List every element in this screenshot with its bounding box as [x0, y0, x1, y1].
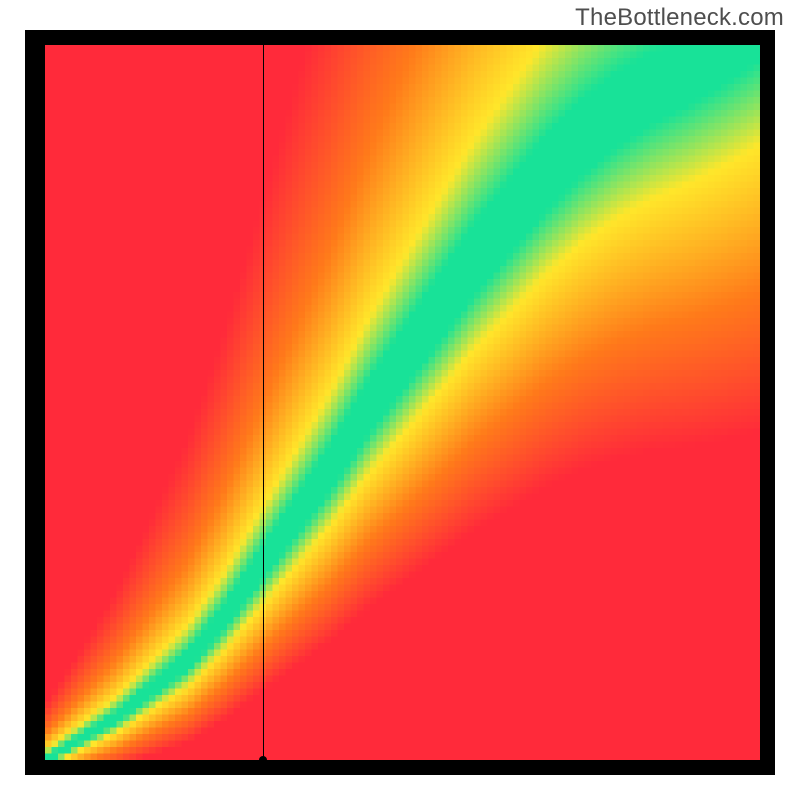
heatmap-canvas: [45, 45, 760, 760]
axis-marker-dot: [259, 756, 267, 764]
chart-stage: TheBottleneck.com: [0, 0, 800, 800]
plot-frame: [25, 30, 775, 775]
marker-vertical-line: [263, 45, 264, 760]
watermark-text: TheBottleneck.com: [575, 4, 784, 32]
heatmap-plot-area: [45, 45, 760, 760]
